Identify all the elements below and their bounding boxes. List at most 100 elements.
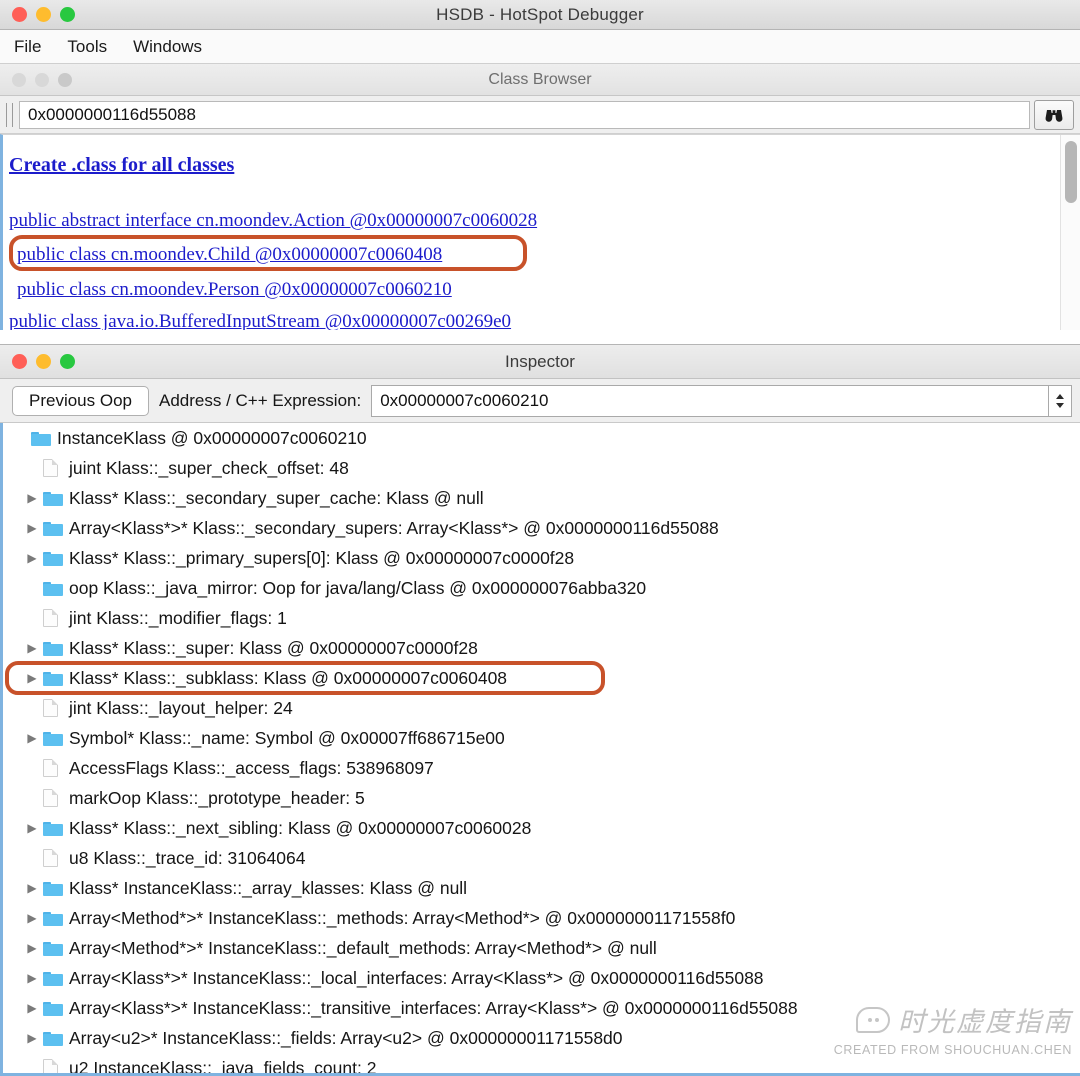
class-link-action[interactable]: public abstract interface cn.moondev.Act…	[9, 210, 537, 232]
chevron-right-icon[interactable]: ▶	[21, 731, 43, 745]
create-class-for-all-classes-link[interactable]: Create .class for all classes	[9, 154, 234, 177]
inspector-tree-row-label: markOop Klass::_prototype_header: 5	[69, 787, 365, 808]
class-browser-list-inner: Create .class for all classes public abs…	[3, 135, 1080, 330]
inspector-tree-row[interactable]: ▶ Klass* Klass::_subklass: Klass @ 0x0000…	[3, 661, 1080, 695]
document-icon	[43, 1059, 69, 1073]
document-icon	[43, 759, 69, 777]
folder-icon	[43, 520, 69, 536]
document-icon	[43, 699, 69, 717]
class-browser-row: public class cn.moondev.Person @0x000000…	[9, 273, 1080, 307]
inspector-title: Inspector	[505, 351, 575, 371]
chevron-right-icon[interactable]: ▶	[21, 551, 43, 565]
inspector-tree-row-label: Klass* Klass::_primary_supers[0]: Klass …	[69, 547, 575, 568]
class-browser-row: public abstract interface cn.moondev.Act…	[9, 205, 1080, 237]
class-link-child[interactable]: public class cn.moondev.Child @0x0000000…	[17, 244, 442, 266]
chevron-right-icon[interactable]: ▶	[21, 521, 43, 535]
inspector-tree-row-label: Array<Klass*>* InstanceKlass::_local_int…	[69, 967, 764, 988]
inspector-tree-row-label: Symbol* Klass::_name: Symbol @ 0x00007ff…	[69, 727, 505, 748]
inspector-window: Inspector Previous Oop Address / C++ Exp…	[0, 344, 1080, 1076]
folder-icon	[43, 910, 69, 926]
chevron-right-icon[interactable]: ▶	[21, 941, 43, 955]
class-browser-scrollbar-thumb[interactable]	[1065, 141, 1077, 203]
chevron-right-icon[interactable]: ▶	[21, 641, 43, 655]
inspector-tree-row-label: jint Klass::_modifier_flags: 1	[69, 607, 287, 628]
class-browser-list[interactable]: Create .class for all classes public abs…	[0, 134, 1080, 330]
class-browser-scrollbar[interactable]	[1060, 135, 1080, 330]
class-search-button[interactable]	[1034, 99, 1074, 130]
menu-item-file[interactable]: File	[14, 37, 41, 57]
class-browser-search-row	[0, 96, 1080, 134]
inspector-tree-row[interactable]: ▶ Array<Method*>* InstanceKlass::_methods…	[3, 903, 1080, 933]
inspector-tree-row-label: Array<Klass*>* InstanceKlass::_transitiv…	[69, 997, 798, 1018]
inspector-tree-row[interactable]: ▶ Array<Klass*>* InstanceKlass::_local_in…	[3, 963, 1080, 993]
up-down-stepper-icon	[1056, 393, 1064, 408]
inspector-tree-row-label: Klass* InstanceKlass::_array_klasses: Kl…	[69, 877, 468, 898]
inspector-tree-row-label: juint Klass::_super_check_offset: 48	[69, 457, 349, 478]
binoculars-icon	[1045, 109, 1063, 122]
inspector-tree-row[interactable]: AccessFlags Klass::_access_flags: 538968…	[3, 753, 1080, 783]
class-browser-row: Create .class for all classes	[9, 147, 1080, 183]
folder-icon	[43, 550, 69, 566]
inspector-tree-row[interactable]: ▶ Klass* Klass::_super: Klass @ 0x0000000…	[3, 633, 1080, 663]
inspector-tree-row-label: Klass* Klass::_subklass: Klass @ 0x00000…	[69, 667, 508, 688]
inspector-tree-row[interactable]: u8 Klass::_trace_id: 31064064	[3, 843, 1080, 873]
chevron-right-icon[interactable]: ▶	[21, 491, 43, 505]
inspector-tree-row-label: Array<u2>* InstanceKlass::_fields: Array…	[69, 1027, 623, 1048]
inspector-tree-row[interactable]: ▶ Klass* Klass::_secondary_super_cache: K…	[3, 483, 1080, 513]
address-expression-label: Address / C++ Expression:	[159, 390, 362, 410]
chevron-right-icon[interactable]: ▶	[21, 881, 43, 895]
inspector-tree-row[interactable]: ▶ Array<Klass*>* Klass::_secondary_supers…	[3, 513, 1080, 543]
chevron-right-icon[interactable]: ▶	[21, 821, 43, 835]
menu-item-tools[interactable]: Tools	[67, 37, 107, 57]
class-link-person[interactable]: public class cn.moondev.Person @0x000000…	[17, 279, 452, 301]
inspector-tree-row-label: Array<Method*>* InstanceKlass::_default_…	[69, 937, 657, 958]
folder-icon	[43, 730, 69, 746]
toolbar-drag-handle[interactable]	[6, 102, 13, 127]
inspector-tree-row[interactable]: InstanceKlass @ 0x00000007c0060210	[3, 423, 1080, 453]
inspector-tree-row[interactable]: jint Klass::_layout_helper: 24	[3, 693, 1080, 723]
inspector-tree-row[interactable]: ▶ Klass* Klass::_primary_supers[0]: Klass…	[3, 543, 1080, 573]
inspector-tree-row[interactable]: markOop Klass::_prototype_header: 5	[3, 783, 1080, 813]
inspector-tree-row-label: Klass* Klass::_super: Klass @ 0x00000007…	[69, 637, 478, 658]
chevron-right-icon[interactable]: ▶	[21, 1001, 43, 1015]
folder-icon	[43, 1000, 69, 1016]
class-link-bufferedinputstream[interactable]: public class java.io.BufferedInputStream…	[9, 311, 511, 330]
address-stepper[interactable]	[1048, 384, 1072, 417]
inspector-tree-row[interactable]: ▶ Klass* InstanceKlass::_array_klasses: K…	[3, 873, 1080, 903]
inspector-tree-row[interactable]: oop Klass::_java_mirror: Oop for java/la…	[3, 573, 1080, 603]
class-browser-title: Class Browser	[488, 70, 592, 88]
folder-icon	[43, 670, 69, 686]
inspector-titlebar: Inspector	[0, 345, 1080, 379]
inspector-tree[interactable]: InstanceKlass @ 0x00000007c0060210 juint …	[0, 423, 1080, 1076]
inspector-tree-row[interactable]: ▶ Symbol* Klass::_name: Symbol @ 0x00007f…	[3, 723, 1080, 753]
class-search-input[interactable]	[19, 100, 1030, 129]
chevron-right-icon[interactable]: ▶	[21, 1031, 43, 1045]
class-browser-titlebar: Class Browser	[0, 64, 1080, 96]
chevron-right-icon[interactable]: ▶	[21, 671, 43, 685]
document-icon	[43, 609, 69, 627]
inspector-tree-row[interactable]: juint Klass::_super_check_offset: 48	[3, 453, 1080, 483]
inspector-tree-row[interactable]: ▶ Array<Klass*>* InstanceKlass::_transiti…	[3, 993, 1080, 1023]
inspector-tree-row-label: InstanceKlass @ 0x00000007c0060210	[57, 427, 367, 448]
address-field-group	[371, 384, 1072, 417]
previous-oop-button[interactable]: Previous Oop	[12, 385, 149, 416]
folder-icon	[43, 1030, 69, 1046]
chevron-right-icon[interactable]: ▶	[21, 911, 43, 925]
class-browser-row: public class cn.moondev.Child @0x0000000…	[9, 235, 1080, 273]
class-browser-window: Class Browser Create .class for all clas…	[0, 64, 1080, 330]
class-browser-row: public class java.io.BufferedInputStream…	[9, 307, 1080, 330]
folder-icon	[43, 490, 69, 506]
inspector-tree-row[interactable]: u2 InstanceKlass::_java_fields_count: 2	[3, 1053, 1080, 1073]
chevron-right-icon[interactable]: ▶	[21, 971, 43, 985]
inspector-tree-row[interactable]: ▶ Klass* Klass::_next_sibling: Klass @ 0x…	[3, 813, 1080, 843]
inspector-tree-row[interactable]: ▶ Array<u2>* InstanceKlass::_fields: Arra…	[3, 1023, 1080, 1053]
address-expression-input[interactable]	[371, 384, 1048, 417]
inspector-tree-row-label: Array<Klass*>* Klass::_secondary_supers:…	[69, 517, 719, 538]
inspector-tree-row-label: Klass* Klass::_secondary_super_cache: Kl…	[69, 487, 484, 508]
folder-icon	[43, 970, 69, 986]
inspector-tree-row[interactable]: ▶ Array<Method*>* InstanceKlass::_default…	[3, 933, 1080, 963]
inspector-tree-row[interactable]: jint Klass::_modifier_flags: 1	[3, 603, 1080, 633]
class-browser-spacer	[9, 183, 1080, 205]
document-icon	[43, 459, 69, 477]
menu-item-windows[interactable]: Windows	[133, 37, 202, 57]
